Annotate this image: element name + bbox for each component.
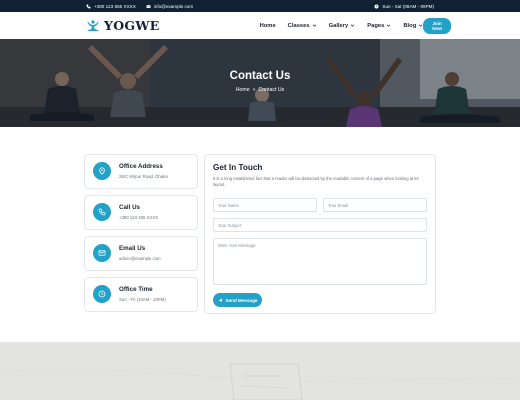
breadcrumb: Home » Contact Us: [0, 87, 520, 93]
nav-item-blog[interactable]: Blog: [403, 23, 423, 29]
chevron-down-icon: [312, 24, 316, 27]
contact-form: Get In Touch It is a long established fa…: [204, 154, 436, 314]
nav-label: Home: [259, 22, 276, 29]
info-card-phone: Call Us +380 123 455 XXXX: [84, 195, 198, 230]
subject-placeholder: Your Subject: [218, 222, 242, 228]
hero-overlay: [0, 39, 520, 127]
nav-label: Blog: [403, 22, 417, 29]
email-field[interactable]: Your Email: [323, 198, 427, 212]
message-placeholder: Write Your Message: [218, 243, 256, 248]
phone-icon: [86, 4, 91, 8]
name-placeholder: Your Name: [218, 202, 239, 208]
topbar-hours: Sun - Sat (06AM - 09PM): [374, 4, 434, 9]
form-description: It is a long established fact that a rea…: [213, 176, 419, 187]
envelope-icon: [93, 244, 111, 262]
info-value: Sun - Fri (10AM - 10PM): [119, 297, 166, 302]
info-title: Office Time: [119, 286, 153, 293]
send-message-button[interactable]: Send Message: [213, 293, 262, 307]
nav-item-gallery[interactable]: Gallery: [329, 23, 356, 29]
main-nav: Home Classes Gallery Pages Blog: [260, 23, 424, 29]
topbar-email-text: info@example.com: [153, 3, 194, 9]
email-placeholder: Your Email: [328, 202, 349, 208]
brand-name: YOGWE: [104, 18, 160, 33]
clock-icon: [374, 4, 379, 8]
breadcrumb-home-link[interactable]: Home: [236, 87, 250, 93]
nav-label: Gallery: [328, 22, 349, 29]
info-value[interactable]: +380 123 455 XXXX: [119, 215, 158, 220]
nav-item-home[interactable]: Home: [260, 23, 276, 29]
envelope-icon: [146, 4, 151, 8]
page-hero: Contact Us Home » Contact Us: [0, 39, 520, 127]
info-title: Email Us: [119, 245, 146, 252]
map-tiles: [0, 342, 520, 400]
nav-item-pages[interactable]: Pages: [367, 23, 391, 29]
message-field[interactable]: Write Your Message: [213, 238, 427, 285]
topbar-email[interactable]: info@example.com: [146, 4, 193, 9]
info-card-hours: Office Time Sun - Fri (10AM - 10PM): [84, 277, 198, 312]
topbar-phone[interactable]: +380 123 555 XXXX: [86, 4, 136, 9]
topbar-phone-text: +380 123 555 XXXX: [94, 3, 136, 9]
page-title: Contact Us: [229, 70, 291, 82]
subject-field[interactable]: Your Subject: [213, 218, 427, 232]
chevron-down-icon: [387, 24, 391, 27]
send-message-label: Send Message: [225, 297, 258, 303]
nav-item-classes[interactable]: Classes: [288, 23, 317, 29]
nav-label: Pages: [367, 22, 385, 29]
topbar-hours-text: Sun - Sat (06AM - 09PM): [382, 3, 434, 9]
top-bar: +380 123 555 XXXX info@example.com Sun -…: [0, 0, 520, 12]
paper-plane-icon: [218, 298, 223, 302]
location-map[interactable]: [0, 342, 520, 400]
nav-label: Classes: [287, 22, 310, 29]
info-title: Office Address: [119, 163, 163, 170]
info-value: 25/C Mirpur Road, Dhaka: [119, 174, 168, 179]
breadcrumb-current: Contact Us: [258, 87, 285, 93]
info-card-email: Email Us admin@example.com: [84, 236, 198, 271]
meditation-logo-icon: [87, 19, 99, 31]
phone-icon: [93, 203, 111, 221]
info-value[interactable]: admin@example.com: [119, 256, 161, 261]
breadcrumb-separator-icon: »: [252, 87, 256, 93]
chevron-down-icon: [351, 24, 355, 27]
name-field[interactable]: Your Name: [213, 198, 317, 212]
info-card-address: Office Address 25/C Mirpur Road, Dhaka: [84, 154, 198, 189]
location-pin-icon: [93, 162, 111, 180]
brand-logo[interactable]: YOGWE: [86, 18, 160, 33]
info-title: Call Us: [119, 204, 140, 211]
site-header: YOGWE Home Classes Gallery Pages Blog Jo…: [0, 12, 520, 39]
clock-icon: [93, 285, 111, 303]
join-now-button[interactable]: Join Now: [423, 17, 451, 34]
form-title: Get In Touch: [213, 163, 263, 172]
